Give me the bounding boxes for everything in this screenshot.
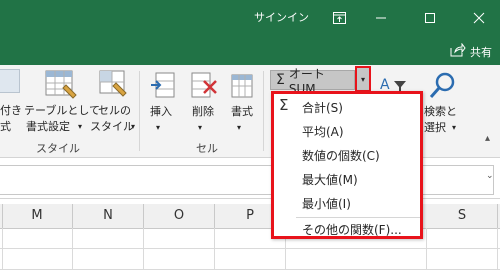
grid-line: [0, 248, 500, 249]
collapse-ribbon-icon[interactable]: ▴: [485, 133, 490, 144]
grid-line: [143, 228, 144, 270]
column-header-o[interactable]: O: [144, 204, 215, 228]
chevron-down-icon: ▾: [360, 74, 365, 84]
menu-item-sum[interactable]: 合計(S): [302, 99, 343, 116]
expand-formula-icon[interactable]: ⌄: [486, 171, 494, 181]
delete-label: 削除: [192, 105, 214, 118]
find-select-label-1: 検索と: [424, 105, 457, 118]
partial-label-2: 式: [0, 120, 11, 133]
delete-icon[interactable]: [190, 71, 218, 101]
column-header-row: M N O P S: [0, 204, 500, 229]
insert-chevron-icon: ▾: [156, 123, 161, 132]
close-icon[interactable]: [458, 0, 500, 35]
title-bar: サインイン: [0, 0, 500, 35]
sigma-icon: Σ: [279, 96, 289, 114]
table-format-label-2: 書式設定: [26, 120, 70, 133]
maximize-icon[interactable]: [409, 0, 451, 35]
conditional-format-icon[interactable]: [0, 69, 20, 93]
cell-style-icon[interactable]: [96, 69, 130, 101]
ribbon: 付き 式 テーブルとして 書式設定 ▾ セルの スタイル ▾ スタイル 挿入 ▾…: [0, 65, 500, 158]
group-style-label: スタイル: [36, 142, 80, 155]
share-bar: 共有: [0, 35, 500, 65]
grid-line: [214, 228, 215, 270]
table-format-chevron-icon: ▾: [78, 122, 83, 131]
menu-item-more-functions[interactable]: その他の関数(F)...: [302, 221, 402, 238]
share-label: 共有: [470, 45, 492, 59]
share-icon: [450, 42, 466, 60]
menu-separator: [296, 217, 420, 218]
column-header-s[interactable]: S: [427, 204, 498, 228]
menu-item-average[interactable]: 平均(A): [302, 123, 344, 140]
grid-line: [2, 228, 3, 270]
cell-style-label-2: スタイル: [90, 120, 134, 133]
cell-grid[interactable]: [0, 228, 500, 270]
table-format-icon[interactable]: [40, 69, 80, 101]
partial-label-1: 付き: [0, 104, 22, 117]
signin-link[interactable]: サインイン: [254, 9, 309, 25]
cell-style-label-1: セルの: [98, 104, 131, 117]
format-chevron-icon: ▾: [237, 123, 242, 132]
format-label: 書式: [231, 105, 253, 118]
menu-item-min[interactable]: 最小値(I): [302, 195, 351, 212]
find-select-label-2: 選択: [424, 121, 446, 134]
grid-line: [497, 228, 498, 270]
cell-style-chevron-icon: ▾: [131, 122, 136, 131]
group-cells-label: セル: [196, 142, 218, 155]
format-icon[interactable]: [229, 71, 257, 101]
ribbon-display-options-icon[interactable]: [318, 0, 360, 35]
find-icon[interactable]: [428, 71, 458, 101]
insert-label: 挿入: [150, 105, 172, 118]
group-separator: [139, 71, 140, 151]
grid-line: [426, 228, 427, 270]
menu-item-max[interactable]: 最大値(M): [302, 171, 358, 188]
autosum-button[interactable]: Σ オート SUM: [270, 67, 355, 96]
grid-line: [72, 228, 73, 270]
delete-chevron-icon: ▾: [198, 123, 203, 132]
minimize-icon[interactable]: [360, 0, 402, 35]
autosum-menu: Σ 合計(S) 平均(A) 数値の個数(C) 最大値(M) 最小値(I) その他…: [271, 91, 423, 239]
column-header-m[interactable]: M: [2, 204, 73, 228]
column-header-n[interactable]: N: [73, 204, 144, 228]
menu-item-count[interactable]: 数値の個数(C): [302, 147, 380, 164]
insert-icon[interactable]: [150, 71, 176, 101]
group-separator: [263, 71, 264, 151]
find-select-chevron-icon: ▾: [452, 123, 457, 132]
autosum-dropdown-button[interactable]: ▾: [355, 66, 371, 92]
sigma-icon: Σ: [276, 72, 285, 88]
share-button[interactable]: 共有: [450, 42, 492, 60]
table-format-label-1: テーブルとして: [24, 104, 101, 117]
